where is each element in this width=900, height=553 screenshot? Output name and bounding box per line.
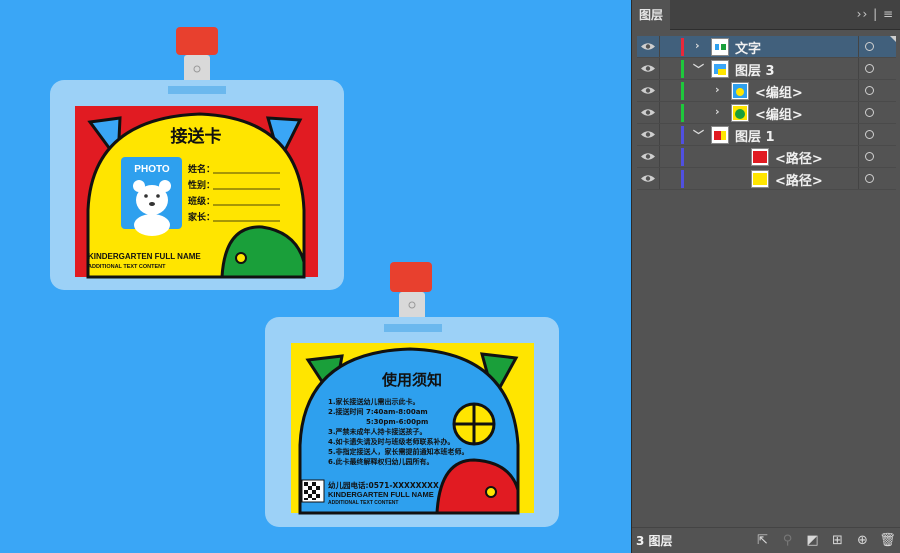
layer-color-bar [681, 148, 684, 166]
target-circle-icon[interactable] [865, 86, 874, 95]
target-circle-icon[interactable] [865, 130, 874, 139]
target-circle-icon[interactable] [865, 152, 874, 161]
chevron-down-icon[interactable]: ﹀ [693, 61, 704, 77]
front-footer-sub: ADDITIONAL TEXT CONTENT [88, 264, 166, 270]
visibility-eye-icon[interactable] [640, 85, 656, 96]
layer-color-bar [681, 82, 684, 100]
layer-thumbnail [731, 82, 749, 100]
layer-thumbnail [711, 60, 729, 78]
layer-color-bar [681, 170, 684, 188]
lock-column[interactable] [659, 36, 660, 57]
layer-row[interactable]: › <编组> [637, 80, 896, 102]
layer-row[interactable]: ﹀ 图层 3 [637, 58, 896, 80]
layer-name[interactable]: <编组> [755, 104, 803, 123]
visibility-eye-icon[interactable] [640, 41, 656, 52]
rule-3: 3.严禁未成年人持卡接送孩子。 [328, 427, 427, 436]
layer-list: › 文字 ﹀ 图层 3 › <编组> › <编组> ﹀ 图层 1 <路径> <路径> [637, 36, 896, 190]
layer-row[interactable]: <路径> [637, 146, 896, 168]
rule-5: 5.非指定接送人，家长需提前通知本班老师。 [328, 447, 469, 456]
target-circle-icon[interactable] [865, 108, 874, 117]
locate-icon[interactable]: ⚲ [779, 532, 796, 549]
front-footer-main: KINDERGARTEN FULL NAME [88, 252, 201, 261]
target-circle-icon[interactable] [865, 174, 874, 183]
back-card[interactable]: 使用须知 1.家长接送幼儿需出示此卡。 2.接送时间 7:40am-8:00am… [265, 262, 559, 527]
rule-4: 4.如卡遗失请及时与班级老师联系补办。 [328, 437, 455, 446]
panel-footer: 3 图层 ⇱ ⚲ ◩ ⊞ ⊕ 🗑 [632, 527, 900, 553]
rule-2-cont: 5:30pm-6:00pm [366, 418, 428, 426]
layer-thumbnail [751, 170, 769, 188]
field-parent: 家长： [188, 211, 215, 223]
target-circle-icon[interactable] [865, 42, 874, 51]
visibility-eye-icon[interactable] [640, 173, 656, 184]
export-icon[interactable]: ⇱ [754, 532, 771, 549]
layer-thumbnail [711, 38, 729, 56]
layer-thumbnail [731, 104, 749, 122]
lock-column[interactable] [659, 58, 660, 79]
field-class: 班级： [188, 195, 215, 207]
layer-color-bar [681, 126, 684, 144]
photo-label: PHOTO [134, 164, 170, 175]
id-card-artwork: PHOTO 接送卡 姓名： 性别： 班级： 家长： KINDERGARTEN F… [50, 27, 559, 527]
front-clip-tab [176, 27, 218, 55]
back-footer-sub: ADDITIONAL TEXT CONTENT [328, 500, 398, 506]
tab-layers[interactable]: 图层 [632, 0, 670, 31]
layer-name[interactable]: 文字 [735, 38, 761, 57]
visibility-eye-icon[interactable] [640, 107, 656, 118]
rule-6: 6.此卡最终解释权归幼儿园所有。 [328, 457, 434, 466]
layer-name[interactable]: 图层 3 [735, 60, 775, 79]
layer-name[interactable]: <编组> [755, 82, 803, 101]
visibility-eye-icon[interactable] [640, 151, 656, 162]
qr-code [301, 479, 325, 503]
window-icon [452, 402, 496, 446]
layer-thumbnail [751, 148, 769, 166]
layer-row[interactable]: › 文字 [637, 36, 896, 58]
visibility-eye-icon[interactable] [640, 63, 656, 74]
target-circle-icon[interactable] [865, 64, 874, 73]
chevron-right-icon[interactable]: › [695, 39, 700, 52]
field-name: 姓名： [187, 163, 215, 175]
lock-column[interactable] [659, 146, 660, 167]
rule-1: 1.家长接送幼儿需出示此卡。 [328, 397, 420, 406]
layer-thumbnail [711, 126, 729, 144]
layer-count: 3 图层 [636, 534, 673, 548]
lock-column[interactable] [659, 80, 660, 101]
chevron-down-icon[interactable]: ﹀ [693, 127, 704, 143]
front-card[interactable]: PHOTO 接送卡 姓名： 性别： 班级： 家长： KINDERGARTEN F… [50, 27, 344, 290]
layers-panel: 图层 ›› | ≡ › 文字 ﹀ 图层 3 › <编组> › <编组> ﹀ 图层 1 <路径> <路径… [631, 0, 900, 553]
back-phone: 幼儿园电话:0571-XXXXXXXX [328, 480, 439, 490]
layer-row[interactable]: › <编组> [637, 102, 896, 124]
rule-2: 2.接送时间 7:40am-8:00am [328, 407, 428, 416]
layer-name[interactable]: 图层 1 [735, 126, 775, 145]
artboard-canvas[interactable]: PHOTO 接送卡 姓名： 性别： 班级： 家长： KINDERGARTEN F… [0, 0, 631, 553]
field-gender: 性别： [188, 179, 215, 191]
clipping-mask-icon[interactable]: ◩ [804, 532, 821, 549]
back-footer-main: KINDERGARTEN FULL NAME [328, 490, 434, 499]
front-title: 接送卡 [171, 126, 222, 147]
panel-tab-bar: 图层 ›› | ≡ [632, 0, 900, 31]
layer-name[interactable]: <路径> [775, 148, 823, 167]
selection-indicator [890, 36, 896, 42]
panel-menu-icon[interactable]: ›› | ≡ [857, 7, 894, 21]
new-layer-icon[interactable]: ⊕ [854, 532, 871, 549]
footer-toolbar: ⇱ ⚲ ◩ ⊞ ⊕ 🗑 [754, 532, 896, 549]
layer-row[interactable]: ﹀ 图层 1 [637, 124, 896, 146]
layer-color-bar [681, 38, 684, 56]
trash-icon[interactable]: 🗑 [879, 532, 896, 549]
layer-name[interactable]: <路径> [775, 170, 823, 189]
lock-column[interactable] [659, 168, 660, 189]
lock-column[interactable] [659, 124, 660, 145]
new-sublayer-icon[interactable]: ⊞ [829, 532, 846, 549]
lock-column[interactable] [659, 102, 660, 123]
back-clip-tab [390, 262, 432, 292]
visibility-eye-icon[interactable] [640, 129, 656, 140]
layer-color-bar [681, 60, 684, 78]
back-title: 使用须知 [381, 371, 442, 389]
layer-row[interactable]: <路径> [637, 168, 896, 190]
chevron-right-icon[interactable]: › [715, 105, 720, 118]
chevron-right-icon[interactable]: › [715, 83, 720, 96]
layer-color-bar [681, 104, 684, 122]
